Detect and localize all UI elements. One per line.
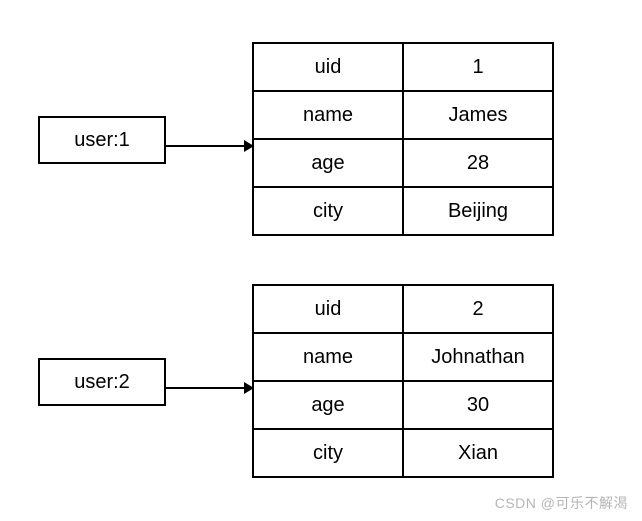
field-name: city: [253, 187, 403, 235]
key-label: user:1: [74, 129, 130, 152]
field-value: James: [403, 91, 553, 139]
table-row: uid 1: [253, 43, 553, 91]
key-label: user:2: [74, 371, 130, 394]
field-name: uid: [253, 43, 403, 91]
field-value: 2: [403, 285, 553, 333]
key-box: user:1: [38, 116, 166, 164]
hash-fields-table: uid 1 name James age 28 city Beijing: [252, 42, 554, 236]
field-name: name: [253, 333, 403, 381]
table-row: age 30: [253, 381, 553, 429]
table-row: uid 2: [253, 285, 553, 333]
table-row: city Xian: [253, 429, 553, 477]
arrow-icon: [166, 139, 254, 141]
watermark: CSDN @可乐不解渴: [495, 493, 628, 513]
field-name: name: [253, 91, 403, 139]
key-box: user:2: [38, 358, 166, 406]
field-value: Johnathan: [403, 333, 553, 381]
field-name: age: [253, 381, 403, 429]
field-name: age: [253, 139, 403, 187]
field-value: Beijing: [403, 187, 553, 235]
field-name: city: [253, 429, 403, 477]
table-row: age 28: [253, 139, 553, 187]
field-name: uid: [253, 285, 403, 333]
arrow-icon: [166, 381, 254, 383]
hash-fields-table: uid 2 name Johnathan age 30 city Xian: [252, 284, 554, 478]
table-row: city Beijing: [253, 187, 553, 235]
table-row: name Johnathan: [253, 333, 553, 381]
field-value: 30: [403, 381, 553, 429]
field-value: 28: [403, 139, 553, 187]
table-row: name James: [253, 91, 553, 139]
field-value: 1: [403, 43, 553, 91]
field-value: Xian: [403, 429, 553, 477]
